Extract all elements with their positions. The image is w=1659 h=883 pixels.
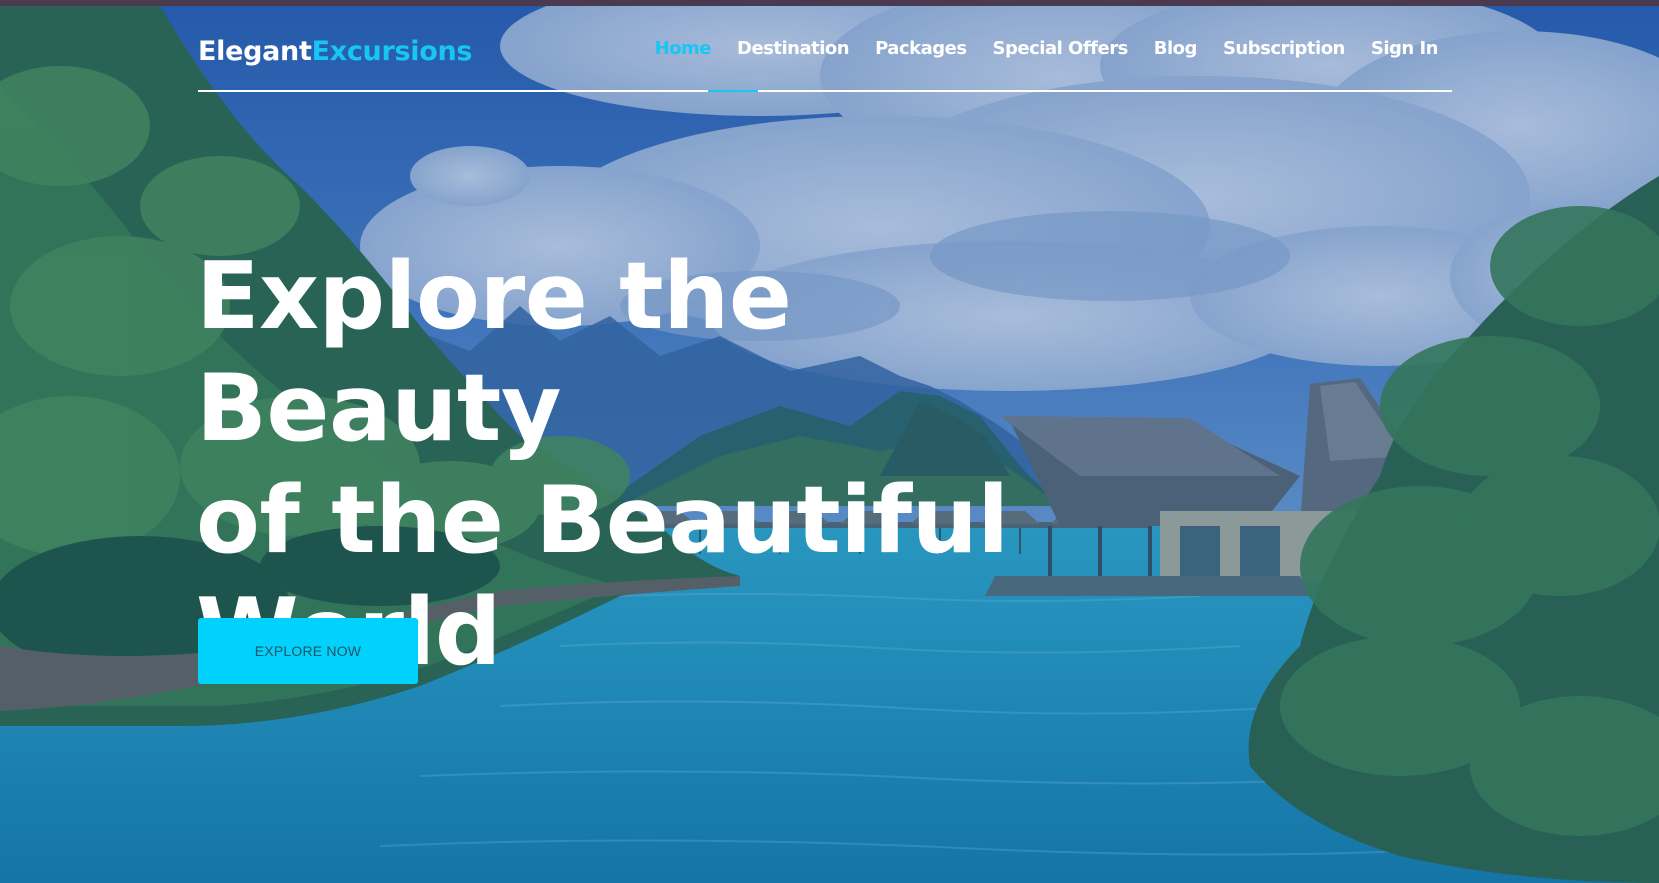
- hero-title-line: of the Beautiful: [196, 466, 1009, 574]
- nav-item-sign-in[interactable]: Sign In: [1371, 38, 1439, 59]
- nav-item-blog[interactable]: Blog: [1154, 38, 1198, 59]
- nav-item-packages[interactable]: Packages: [875, 38, 967, 59]
- nav-active-indicator: [708, 90, 758, 92]
- nav-divider: [198, 90, 1452, 92]
- top-strip: [0, 0, 1659, 6]
- page: ElegantExcursions Home Destination Packa…: [0, 0, 1659, 883]
- explore-now-button[interactable]: EXPLORE NOW: [198, 618, 418, 684]
- brand-name-primary: Elegant: [198, 36, 312, 67]
- nav-item-special-offers[interactable]: Special Offers: [993, 38, 1129, 59]
- navbar: ElegantExcursions Home Destination Packa…: [198, 6, 1452, 92]
- brand-logo[interactable]: ElegantExcursions: [198, 36, 472, 67]
- nav-item-subscription[interactable]: Subscription: [1223, 38, 1345, 59]
- hero-title-line: Explore the Beauty: [196, 242, 792, 462]
- nav-item-home[interactable]: Home: [655, 38, 712, 59]
- nav-item-destination[interactable]: Destination: [737, 38, 850, 59]
- main-nav: Home Destination Packages Special Offers…: [655, 38, 1439, 59]
- brand-name-accent: Excursions: [311, 36, 473, 67]
